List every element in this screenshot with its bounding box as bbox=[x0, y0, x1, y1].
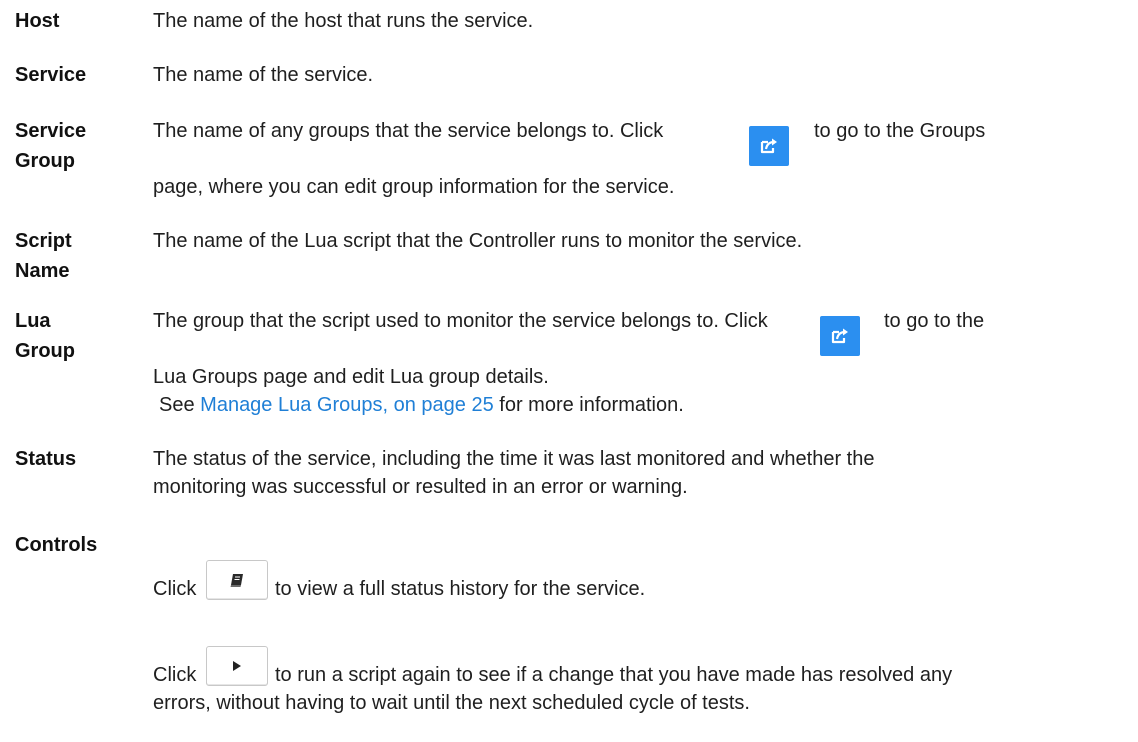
controls-click2-line2: errors, without having to wait until the… bbox=[153, 692, 750, 714]
controls-click2-suffix: to run a script again to see if a change… bbox=[275, 664, 953, 686]
service-group-open-button[interactable] bbox=[749, 126, 789, 166]
controls-click2-prefix: Click bbox=[153, 664, 197, 686]
book-icon bbox=[229, 572, 245, 588]
term-status: Status bbox=[15, 448, 77, 470]
term-service-group: Service Group bbox=[15, 116, 115, 176]
desc-lua-group-line2: Lua Groups page and edit Lua group detai… bbox=[153, 366, 549, 388]
term-lua-group-line2: Group bbox=[15, 340, 75, 362]
desc-service: The name of the service. bbox=[153, 64, 374, 86]
open-link-icon bbox=[830, 327, 850, 345]
term-service: Service bbox=[15, 64, 87, 86]
history-button[interactable] bbox=[206, 560, 268, 600]
play-icon bbox=[231, 659, 243, 673]
term-script-name-line1: Script bbox=[15, 230, 72, 252]
desc-status-line1: The status of the service, including the… bbox=[153, 448, 875, 470]
term-controls: Controls bbox=[15, 534, 98, 556]
term-service-group-line1: Service bbox=[15, 120, 87, 142]
term-host: Host bbox=[15, 10, 60, 32]
see-prefix: See bbox=[159, 394, 195, 416]
term-script-name-line2: Name bbox=[15, 260, 70, 282]
desc-lua-group-see: See Manage Lua Groups, on page 25 for mo… bbox=[159, 392, 684, 418]
desc-lua-group-after: to go to the bbox=[884, 310, 985, 332]
controls-click1-suffix: to view a full status history for the se… bbox=[275, 578, 646, 600]
see-suffix: for more information. bbox=[499, 394, 684, 416]
desc-script-name: The name of the Lua script that the Cont… bbox=[153, 230, 803, 252]
lua-group-open-button[interactable] bbox=[820, 316, 860, 356]
desc-lua-group-before: The group that the script used to monito… bbox=[153, 310, 768, 332]
term-service-group-line2: Group bbox=[15, 150, 75, 172]
open-link-icon bbox=[759, 137, 779, 155]
desc-service-group-line2: page, where you can edit group informati… bbox=[153, 176, 675, 198]
term-lua-group-line1: Lua bbox=[15, 310, 51, 332]
desc-status-line2: monitoring was successful or resulted in… bbox=[153, 476, 688, 498]
controls-click1-prefix: Click bbox=[153, 578, 197, 600]
term-lua-group: Lua Group bbox=[15, 306, 115, 366]
desc-service-group-after: to go to the Groups bbox=[814, 120, 986, 142]
term-script-name: Script Name bbox=[15, 226, 115, 286]
desc-host: The name of the host that runs the servi… bbox=[153, 10, 534, 32]
manage-lua-groups-link[interactable]: Manage Lua Groups, on page 25 bbox=[200, 394, 494, 416]
desc-service-group-before: The name of any groups that the service … bbox=[153, 120, 664, 142]
run-script-button[interactable] bbox=[206, 646, 268, 686]
